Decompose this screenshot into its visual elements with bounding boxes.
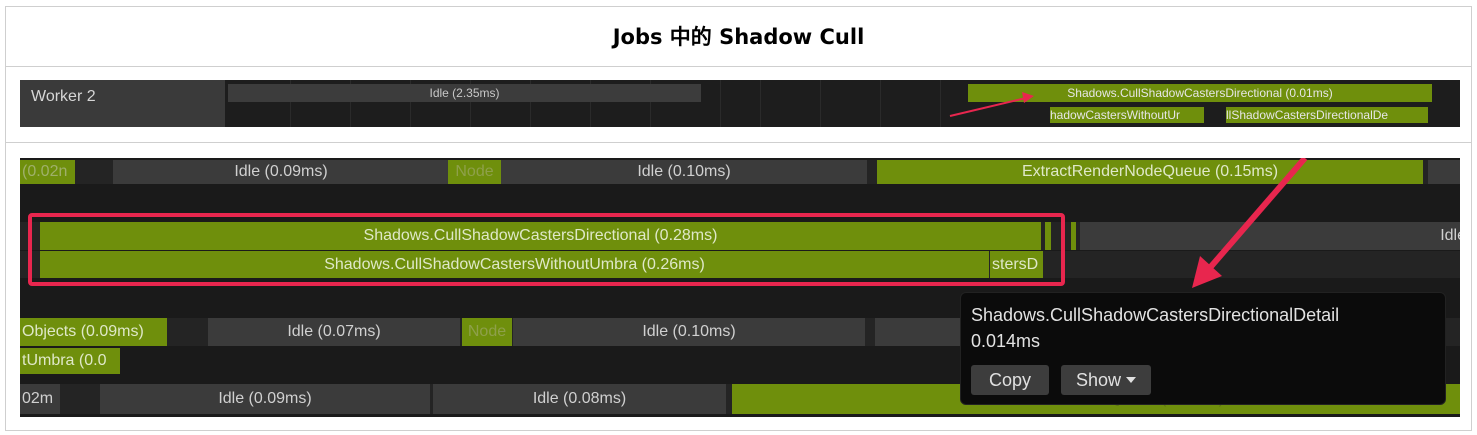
idle-sample-bar[interactable]: Idle (0.07ms) <box>208 318 460 346</box>
show-dropdown-button[interactable]: Show <box>1061 365 1151 395</box>
divider <box>5 142 1472 143</box>
grid-line <box>720 80 721 127</box>
show-button-label: Show <box>1075 369 1122 390</box>
divider <box>5 66 1472 67</box>
copy-button[interactable]: Copy <box>971 365 1049 395</box>
idle-sample-bar[interactable]: Idle (0.09ms) <box>100 384 430 414</box>
node-sample[interactable]: Node <box>448 160 501 184</box>
tooltip-sample-name: Shadows.CullShadowCastersDirectionalDeta… <box>971 305 1340 325</box>
grid-line <box>940 80 941 127</box>
partial-sample[interactable]: (0.02n <box>20 160 75 184</box>
thread-label: Worker 2 <box>31 88 96 105</box>
grid-line <box>880 80 881 127</box>
partial-sample[interactable]: tUmbra (0.0 <box>20 348 120 374</box>
zoomed-profiler-view: (0.02n Idle (0.09ms) Node Idle (0.10ms) … <box>20 158 1460 417</box>
grid-line <box>760 80 761 127</box>
extract-render-node-queue-sample[interactable]: ExtractRenderNodeQueue (0.15ms) <box>877 160 1423 184</box>
tooltip-sample-time: 0.014ms <box>971 331 1041 351</box>
idle-sample-bar[interactable] <box>875 318 960 346</box>
shadow-without-umbra-sample[interactable]: hadowCastersWithoutUr <box>1050 107 1204 123</box>
idle-sample-bar[interactable]: Idle (0.10ms) <box>501 160 867 184</box>
copy-button-label: Copy <box>988 369 1032 390</box>
partial-sample[interactable]: 02m <box>20 384 60 414</box>
red-arrow-icon <box>1192 158 1308 288</box>
small-sample[interactable] <box>1071 222 1076 250</box>
node-sample[interactable]: Node <box>462 318 512 346</box>
page-title: Jobs 中的 Shadow Cull <box>612 25 865 49</box>
objects-sample[interactable]: Objects (0.09ms) <box>20 318 167 346</box>
thread-label-column: Worker 2 <box>20 80 225 127</box>
red-arrow-icon <box>949 92 1034 117</box>
idle-sample-bar[interactable] <box>1428 160 1460 184</box>
idle-sample-bar[interactable]: Idle (0.08ms) <box>433 384 726 414</box>
profiler-timeline-strip: Worker 2 Idle (2.35ms) Shadows.CullShado… <box>20 80 1460 127</box>
shadow-directional-detail-sample[interactable]: llShadowCastersDirectionalDe <box>1226 107 1428 123</box>
idle-sample-bar[interactable]: Idle (2.35ms) <box>228 84 701 102</box>
highlight-box <box>28 213 1065 286</box>
idle-sample-bar[interactable]: Idle (0.09ms) <box>113 160 449 184</box>
chevron-down-icon <box>1126 377 1137 383</box>
idle-sample-bar[interactable]: Idle (0.10ms) <box>513 318 865 346</box>
grid-line <box>820 80 821 127</box>
sample-tooltip: Shadows.CullShadowCastersDirectionalDeta… <box>960 292 1446 405</box>
